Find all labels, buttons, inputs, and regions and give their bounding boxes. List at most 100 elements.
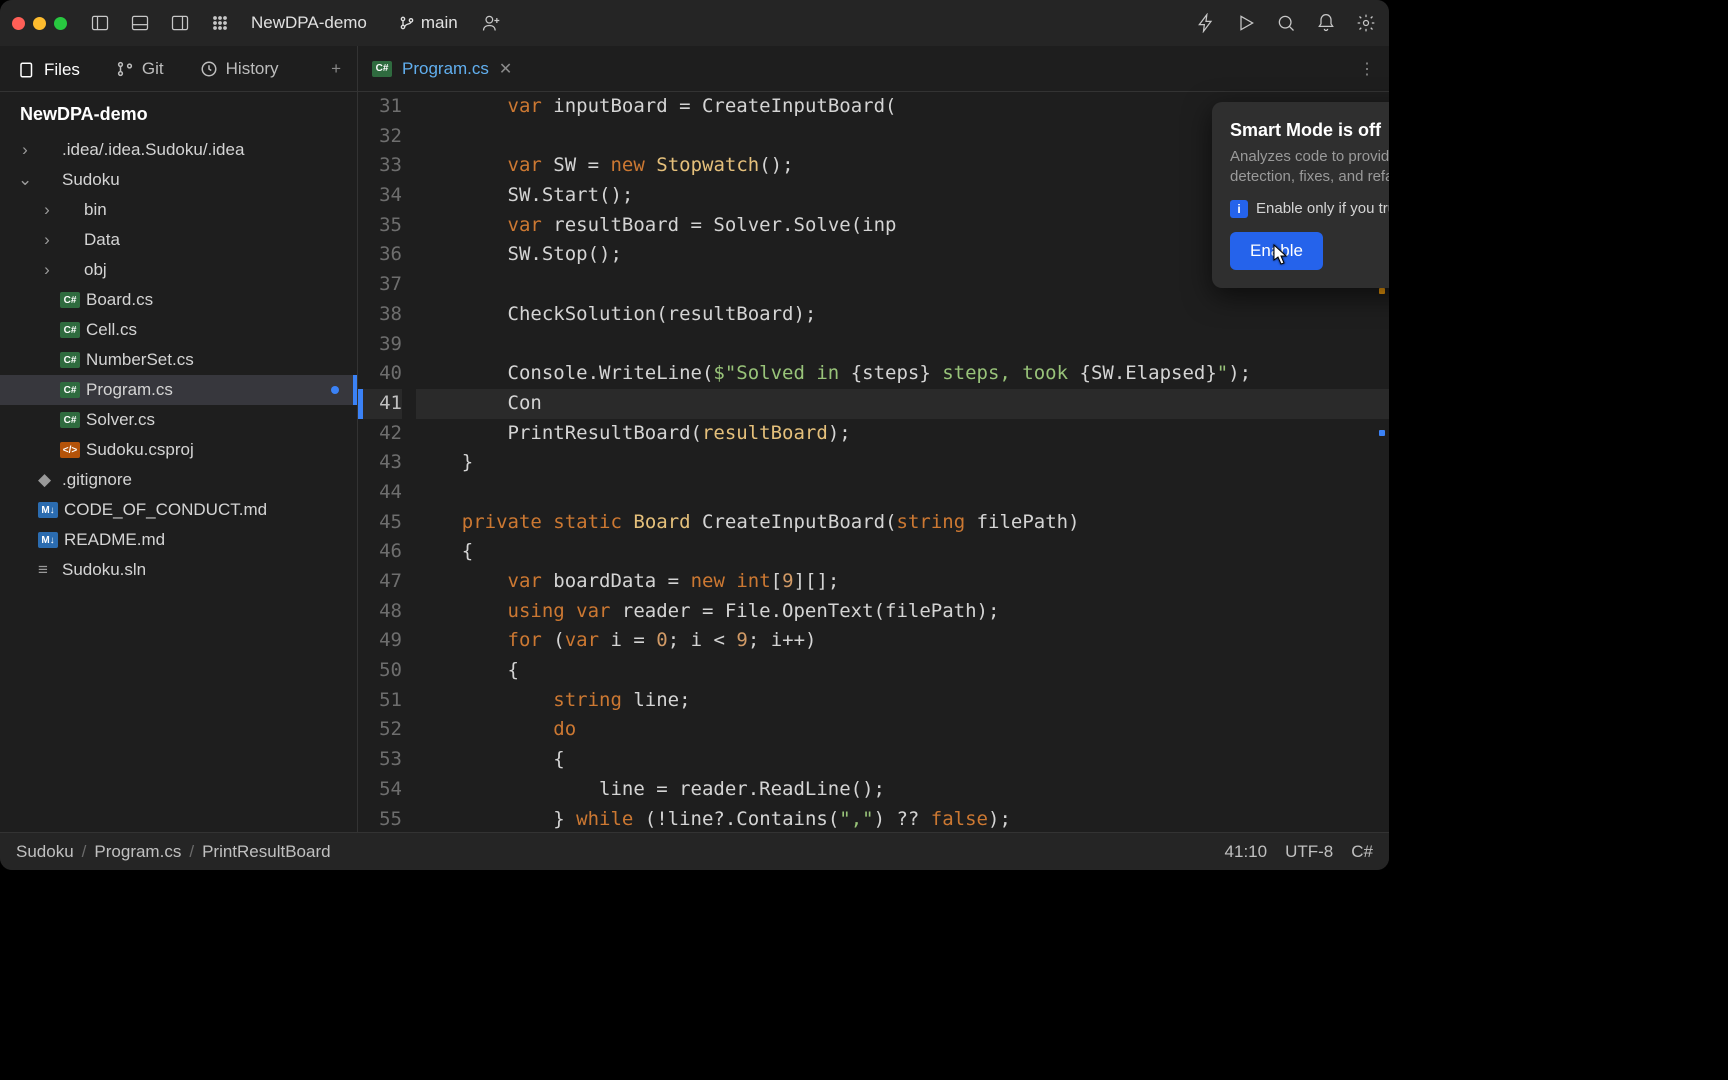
- smart-mode-icon[interactable]: [1195, 12, 1217, 34]
- code-line[interactable]: [416, 330, 1389, 360]
- code-line[interactable]: Con: [416, 389, 1389, 419]
- tree-item-label: README.md: [64, 530, 165, 550]
- file-encoding[interactable]: UTF-8: [1285, 842, 1333, 862]
- tree-item[interactable]: </>Sudoku.csproj: [0, 435, 357, 465]
- branch-icon: [399, 15, 415, 31]
- sidebar-tab-history[interactable]: History: [182, 46, 297, 91]
- code-line[interactable]: line = reader.ReadLine();: [416, 775, 1389, 805]
- sidebar-tab-label: Git: [142, 59, 164, 79]
- tree-item-label: bin: [84, 200, 107, 220]
- project-name[interactable]: NewDPA-demo: [251, 13, 367, 33]
- breadcrumb-part[interactable]: PrintResultBoard: [202, 842, 331, 862]
- line-number: 50: [358, 656, 402, 686]
- chevron-icon: ›: [40, 230, 54, 250]
- editor-tab-overflow-icon[interactable]: ⋮: [1345, 46, 1389, 91]
- line-number: 35: [358, 211, 402, 241]
- code-line[interactable]: var boardData = new int[9][];: [416, 567, 1389, 597]
- close-tab-icon[interactable]: ✕: [499, 59, 512, 79]
- tree-item[interactable]: C#NumberSet.cs: [0, 345, 357, 375]
- search-icon[interactable]: [1275, 12, 1297, 34]
- breadcrumb-part[interactable]: Program.cs: [94, 842, 181, 862]
- tree-item-label: Cell.cs: [86, 320, 137, 340]
- files-icon: [18, 61, 36, 79]
- popup-title: Smart Mode is off: [1230, 120, 1389, 141]
- caret-position[interactable]: 41:10: [1225, 842, 1268, 862]
- tree-item-label: obj: [84, 260, 107, 280]
- tree-item[interactable]: ◆.gitignore: [0, 465, 357, 495]
- tree-item-label: CODE_OF_CONDUCT.md: [64, 500, 267, 520]
- line-number: 37: [358, 270, 402, 300]
- code-line[interactable]: {: [416, 656, 1389, 686]
- zoom-window-button[interactable]: [54, 17, 67, 30]
- code-line[interactable]: {: [416, 745, 1389, 775]
- panel-left-icon[interactable]: [89, 12, 111, 34]
- tree-item[interactable]: ⌄Sudoku: [0, 165, 357, 195]
- add-collaborator-icon[interactable]: [480, 12, 502, 34]
- line-number: 39: [358, 330, 402, 360]
- ide-window: NewDPA-demo main Files Git: [0, 0, 1389, 870]
- panel-bottom-icon[interactable]: [129, 12, 151, 34]
- tree-item[interactable]: ›.idea/.idea.Sudoku/.idea: [0, 135, 357, 165]
- code-line[interactable]: CheckSolution(resultBoard);: [416, 300, 1389, 330]
- code-line[interactable]: }: [416, 448, 1389, 478]
- tree-item[interactable]: C#Board.cs: [0, 285, 357, 315]
- line-number: 42: [358, 419, 402, 449]
- panel-right-icon[interactable]: [169, 12, 191, 34]
- code-line[interactable]: for (var i = 0; i < 9; i++): [416, 626, 1389, 656]
- notifications-icon[interactable]: [1315, 12, 1337, 34]
- code-line[interactable]: {: [416, 537, 1389, 567]
- code-line[interactable]: using var reader = File.OpenText(filePat…: [416, 597, 1389, 627]
- minimap-marker: [1379, 430, 1385, 436]
- code-line[interactable]: string line;: [416, 686, 1389, 716]
- breadcrumb-separator: /: [189, 842, 194, 862]
- tree-item[interactable]: C#Solver.cs: [0, 405, 357, 435]
- csharp-file-icon: C#: [60, 382, 80, 398]
- settings-icon[interactable]: [1355, 12, 1377, 34]
- minimize-window-button[interactable]: [33, 17, 46, 30]
- enable-button[interactable]: Enable: [1230, 232, 1323, 270]
- history-icon: [200, 60, 218, 78]
- tree-item-label: Solver.cs: [86, 410, 155, 430]
- editor-tab-program[interactable]: C# Program.cs ✕: [358, 46, 526, 91]
- code-line[interactable]: do: [416, 715, 1389, 745]
- tree-item[interactable]: › bin: [0, 195, 357, 225]
- line-number: 40: [358, 359, 402, 389]
- tree-item[interactable]: M↓README.md: [0, 525, 357, 555]
- tree-item[interactable]: C# Program.cs: [0, 375, 357, 405]
- code-line[interactable]: } while (!line?.Contains(",") ?? false);: [416, 805, 1389, 833]
- line-gutter: 3132333435363738394041424344454647484950…: [358, 92, 416, 832]
- code-line[interactable]: private static Board CreateInputBoard(st…: [416, 508, 1389, 538]
- tree-item-label: Program.cs: [86, 380, 173, 400]
- editor-tab-filename: Program.cs: [402, 59, 489, 79]
- tree-item[interactable]: ›Data: [0, 225, 357, 255]
- popup-info-text: Enable only if you trust the source code: [1256, 200, 1389, 217]
- line-number: 53: [358, 745, 402, 775]
- window-controls: [12, 17, 67, 30]
- editor-area: C# Program.cs ✕ ⋮ 3132333435363738394041…: [358, 46, 1389, 832]
- breadcrumb-part[interactable]: Sudoku: [16, 842, 74, 862]
- line-number: 33: [358, 151, 402, 181]
- file-language[interactable]: C#: [1351, 842, 1373, 862]
- sidebar-tab-add[interactable]: +: [315, 46, 357, 91]
- tree-item[interactable]: ≡Sudoku.sln: [0, 555, 357, 585]
- apps-grid-icon[interactable]: [209, 12, 231, 34]
- chevron-icon: ›: [40, 200, 54, 220]
- close-window-button[interactable]: [12, 17, 25, 30]
- sidebar-tab-git[interactable]: Git: [98, 46, 182, 91]
- code-line[interactable]: PrintResultBoard(resultBoard);: [416, 419, 1389, 449]
- code-line[interactable]: Console.WriteLine($"Solved in {steps} st…: [416, 359, 1389, 389]
- tree-item[interactable]: C#Cell.cs: [0, 315, 357, 345]
- line-number: 46: [358, 537, 402, 567]
- line-number: 34: [358, 181, 402, 211]
- branch-selector[interactable]: main: [399, 13, 458, 33]
- tree-item[interactable]: M↓CODE_OF_CONDUCT.md: [0, 495, 357, 525]
- code-line[interactable]: [416, 478, 1389, 508]
- solution-file-icon: ≡: [38, 560, 56, 580]
- sidebar-tab-files[interactable]: Files: [0, 46, 98, 91]
- run-icon[interactable]: [1235, 12, 1257, 34]
- line-number: 55: [358, 805, 402, 835]
- tree-item[interactable]: ›obj: [0, 255, 357, 285]
- line-number: 43: [358, 448, 402, 478]
- file-tree: ›.idea/.idea.Sudoku/.idea⌄Sudoku › bin ›Dat…: [0, 135, 357, 832]
- line-number: 36: [358, 240, 402, 270]
